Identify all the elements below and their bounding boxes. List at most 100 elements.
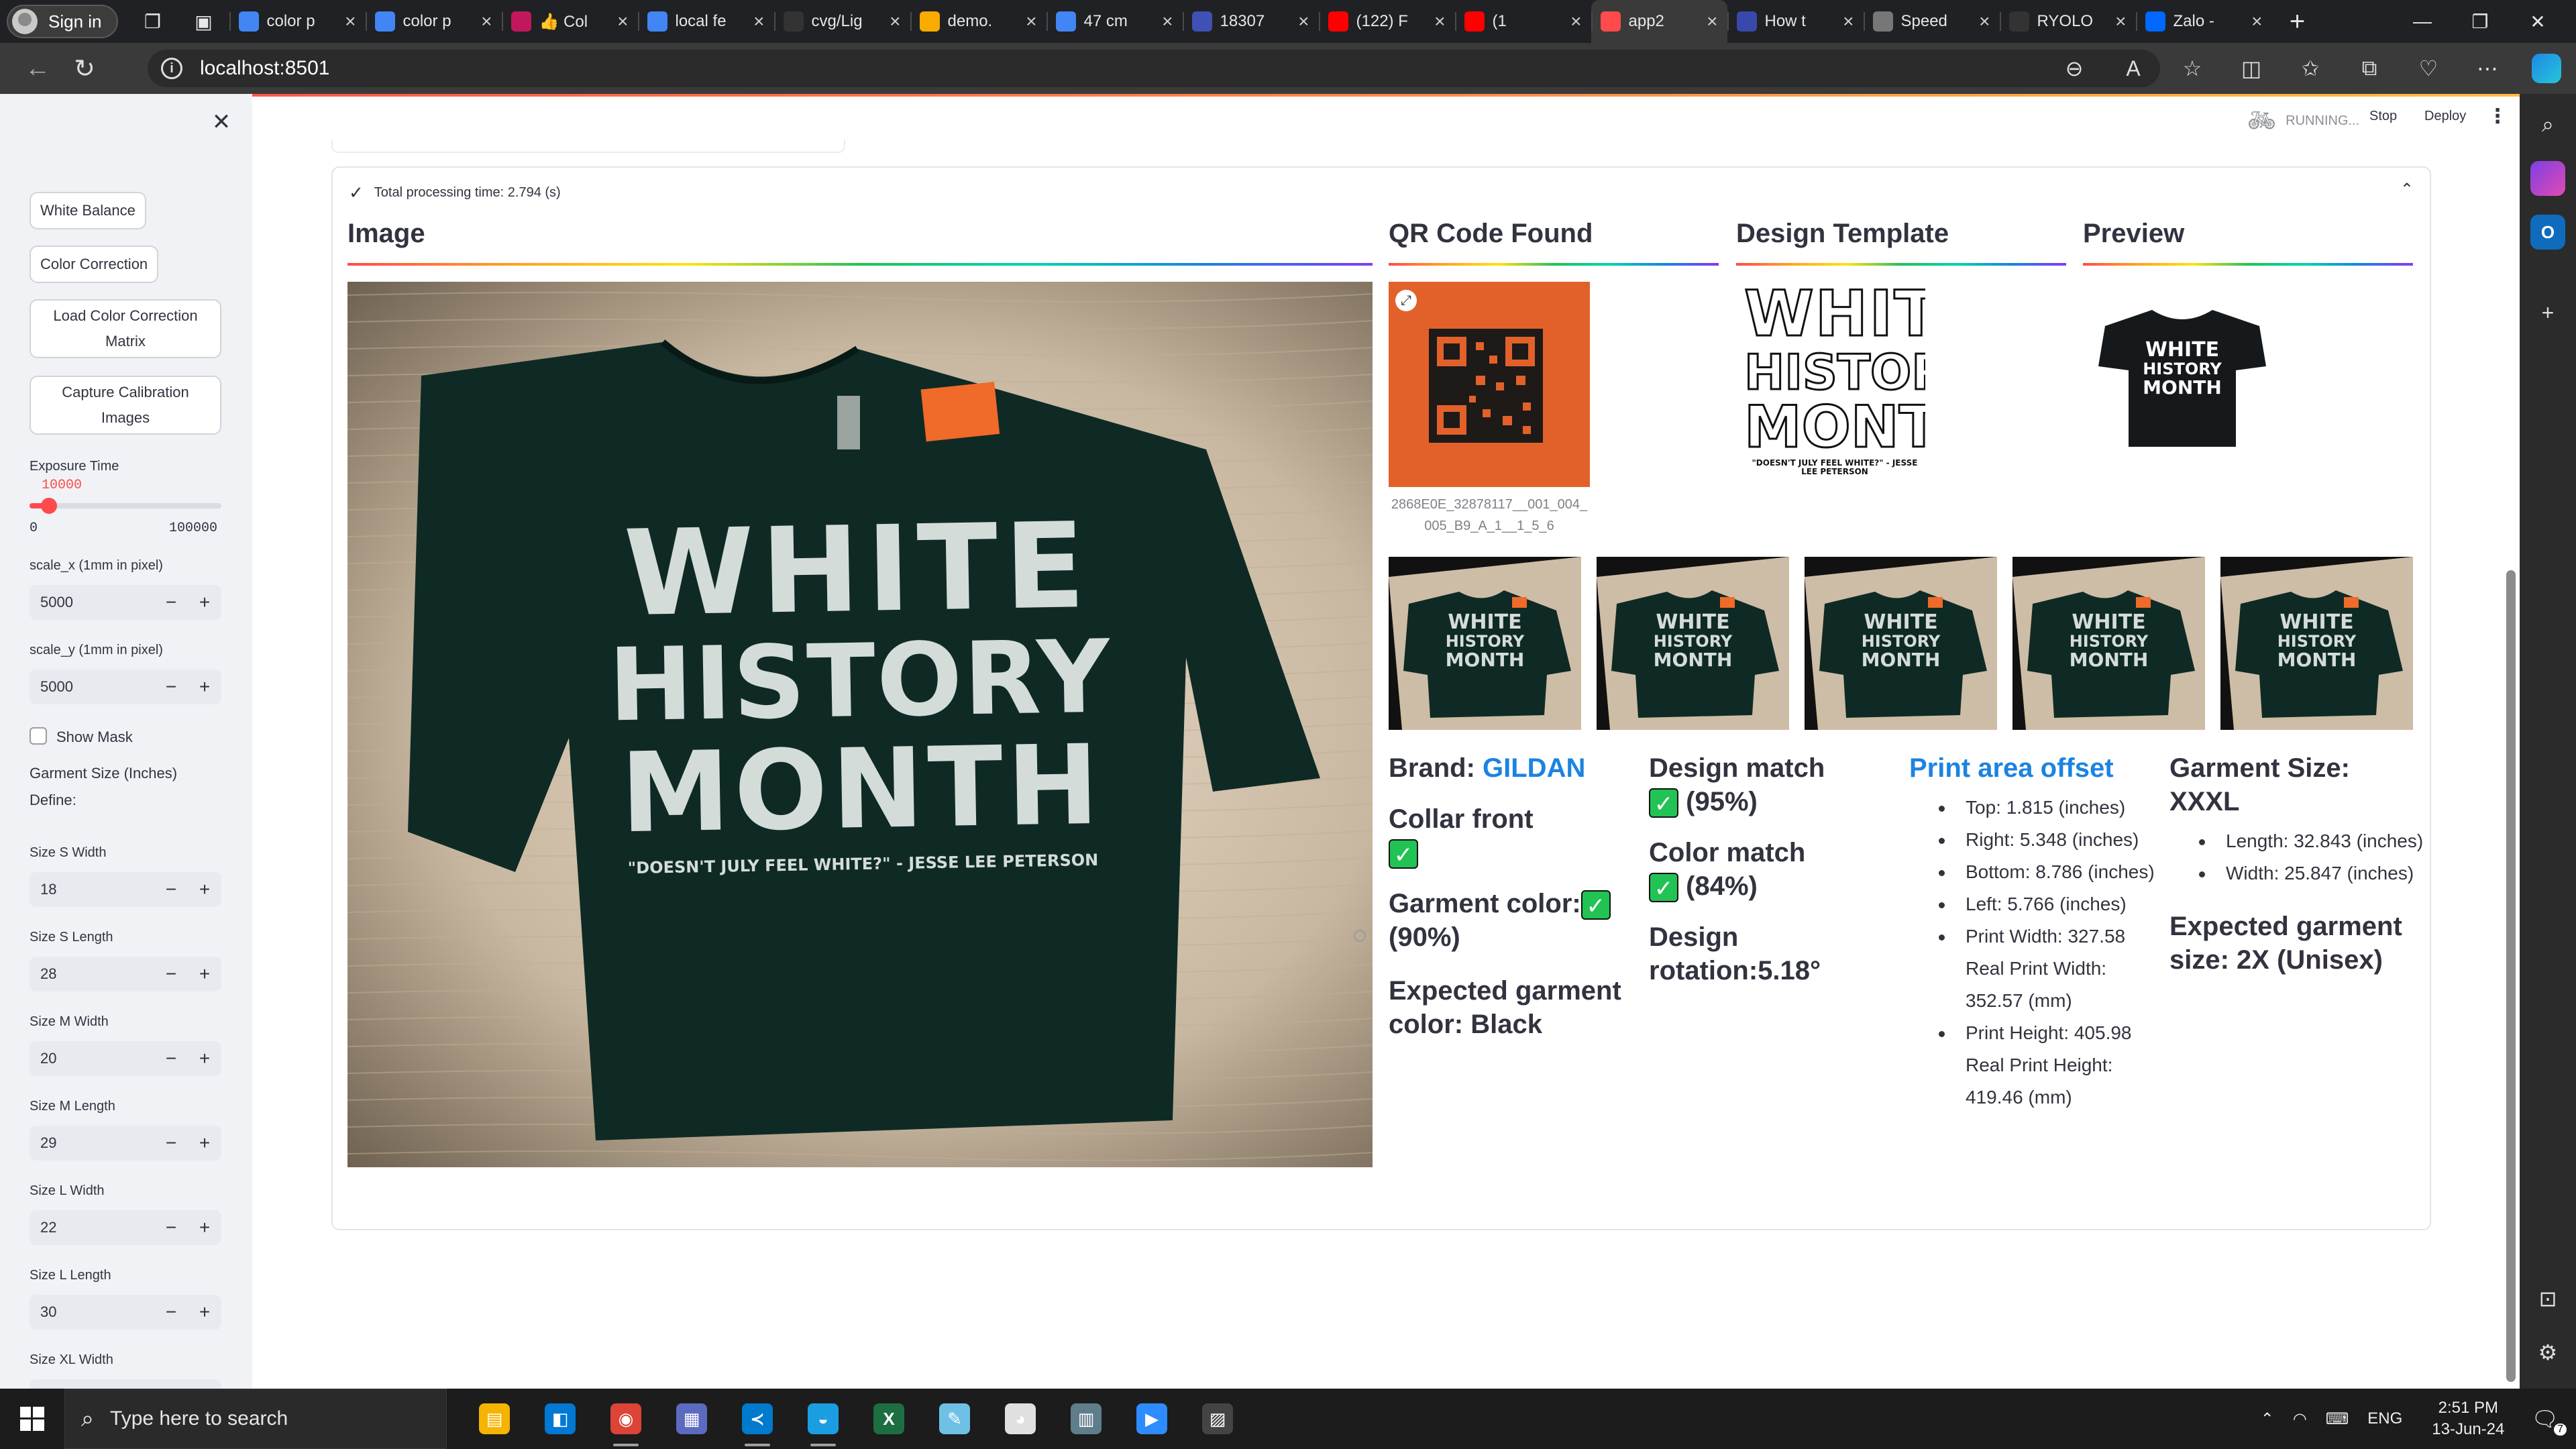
taskbar-app[interactable]: ◒	[790, 1389, 856, 1449]
search-icon[interactable]: ⌕	[2530, 107, 2565, 142]
close-tab-icon[interactable]: ×	[2115, 11, 2126, 32]
stop-button[interactable]: Stop	[2369, 109, 2397, 124]
capture-calibration-button[interactable]: Capture Calibration Images	[30, 376, 221, 435]
close-tab-icon[interactable]: ×	[753, 11, 764, 32]
browser-tab[interactable]: app2 ×	[1591, 0, 1727, 43]
size-number-input[interactable]: 30 − +	[30, 1295, 221, 1330]
increment-button[interactable]: +	[188, 1301, 221, 1323]
settings-gear-icon[interactable]: ⚙	[2530, 1335, 2565, 1370]
address-bar[interactable]: i localhost:8501	[148, 50, 2160, 87]
taskbar-app[interactable]: ◧	[527, 1389, 593, 1449]
performance-icon[interactable]: ♡	[2399, 43, 2458, 94]
back-icon[interactable]: ←	[17, 48, 58, 89]
increment-button[interactable]: +	[188, 592, 221, 613]
scale-y-input[interactable]: 5000 − +	[30, 669, 221, 704]
taskbar-app[interactable]: ≺	[724, 1389, 790, 1449]
close-tab-icon[interactable]: ×	[1026, 11, 1036, 32]
browser-tab[interactable]: How t ×	[1727, 0, 1864, 43]
size-number-input[interactable]: 18 − +	[30, 872, 221, 907]
screenshot-icon[interactable]: ⊡	[2530, 1281, 2565, 1316]
load-ccm-button[interactable]: Load Color Correction Matrix	[30, 299, 221, 358]
close-sidebar-icon[interactable]: ✕	[208, 109, 235, 136]
scrollbar-thumb[interactable]	[2506, 570, 2516, 1382]
taskbar-app[interactable]: ▥	[1053, 1389, 1119, 1449]
browser-tab[interactable]: demo. ×	[910, 0, 1046, 43]
chevron-up-icon[interactable]: ⌃	[2261, 1409, 2274, 1429]
taskbar-app[interactable]: ▦	[659, 1389, 724, 1449]
wifi-icon[interactable]: ◠	[2293, 1409, 2307, 1429]
browser-tab[interactable]: Zalo - ×	[2135, 0, 2272, 43]
profile-signin-button[interactable]: Sign in	[7, 5, 118, 38]
taskbar-app[interactable]: X	[856, 1389, 922, 1449]
decrement-button[interactable]: −	[154, 1048, 188, 1069]
language-indicator[interactable]: ENG	[2367, 1409, 2402, 1428]
browser-tab[interactable]: cvg/Lig ×	[773, 0, 910, 43]
workspaces-icon[interactable]: ❐	[140, 8, 166, 35]
size-number-input[interactable]: 29 − +	[30, 1126, 221, 1161]
site-info-icon[interactable]: i	[161, 58, 182, 79]
size-number-input[interactable]: 20 − +	[30, 1041, 221, 1076]
white-balance-button[interactable]: White Balance	[30, 192, 146, 229]
increment-button[interactable]: +	[188, 1217, 221, 1238]
increment-button[interactable]: +	[188, 879, 221, 900]
keyboard-icon[interactable]: ⌨	[2326, 1409, 2349, 1429]
expander-header[interactable]: ✓ Total processing time: 2.794 (s)	[349, 182, 561, 203]
browser-tab[interactable]: 18307 ×	[1182, 0, 1319, 43]
increment-button[interactable]: +	[188, 963, 221, 985]
page-scrollbar[interactable]	[2504, 94, 2518, 1389]
browser-tab[interactable]: (122) F ×	[1318, 0, 1455, 43]
close-tab-icon[interactable]: ×	[1298, 11, 1309, 32]
size-number-input[interactable]: 28 − +	[30, 957, 221, 991]
close-tab-icon[interactable]: ×	[2251, 11, 2262, 32]
increment-button[interactable]: +	[188, 1132, 221, 1154]
decrement-button[interactable]: −	[154, 1132, 188, 1154]
refresh-icon[interactable]: ↻	[64, 48, 105, 89]
collections-icon[interactable]: ⧉	[2340, 43, 2399, 94]
taskbar-app[interactable]: ▨	[1185, 1389, 1250, 1449]
increment-button[interactable]: +	[188, 1048, 221, 1069]
copilot-icon[interactable]	[2517, 43, 2576, 94]
browser-tab[interactable]: Speed ×	[1863, 0, 2000, 43]
outlook-icon[interactable]: O	[2530, 215, 2565, 250]
favorites-icon[interactable]: ✩	[2281, 43, 2340, 94]
close-tab-icon[interactable]: ×	[1570, 11, 1581, 32]
split-screen-icon[interactable]: ◫	[2222, 43, 2281, 94]
clock[interactable]: 2:51 PM 13-Jun-24	[2432, 1397, 2504, 1440]
decrement-button[interactable]: −	[154, 592, 188, 613]
exposure-slider-handle[interactable]	[40, 498, 57, 514]
browser-tab[interactable]: 👍 Col ×	[501, 0, 638, 43]
increment-button[interactable]: +	[188, 676, 221, 698]
copilot-sidebar-icon[interactable]	[2530, 161, 2565, 196]
browser-tab[interactable]: local fe ×	[637, 0, 774, 43]
new-tab-button[interactable]: +	[2277, 1, 2318, 42]
browser-tab[interactable]: color p ×	[365, 0, 502, 43]
browser-tab[interactable]: 47 cm ×	[1046, 0, 1183, 43]
taskbar-app[interactable]: ◉	[593, 1389, 659, 1449]
more-icon[interactable]: ⋯	[2458, 43, 2517, 94]
deploy-button[interactable]: Deploy	[2424, 109, 2466, 124]
browser-tab[interactable]: RYOLO ×	[1999, 0, 2136, 43]
fullscreen-icon[interactable]: ⤢	[1395, 290, 1417, 311]
tab-actions-icon[interactable]: ▣	[191, 8, 217, 35]
decrement-button[interactable]: −	[154, 963, 188, 985]
close-tab-icon[interactable]: ×	[1162, 11, 1173, 32]
close-tab-icon[interactable]: ×	[1979, 11, 1990, 32]
taskbar-app[interactable]: ▶	[1119, 1389, 1185, 1449]
taskbar-app[interactable]: ▤	[462, 1389, 527, 1449]
show-mask-checkbox[interactable]	[30, 727, 47, 745]
minimize-icon[interactable]: —	[2394, 0, 2451, 43]
decrement-button[interactable]: −	[154, 1301, 188, 1323]
browser-tab[interactable]: color p ×	[229, 0, 366, 43]
decrement-button[interactable]: −	[154, 1217, 188, 1238]
browser-tab[interactable]: (1 ×	[1454, 0, 1591, 43]
close-window-icon[interactable]: ✕	[2509, 0, 2567, 43]
taskbar-app[interactable]: ✎	[922, 1389, 987, 1449]
read-aloud-icon[interactable]: A	[2104, 43, 2163, 94]
size-number-input[interactable]: 24−+	[30, 1379, 221, 1389]
close-tab-icon[interactable]: ×	[890, 11, 900, 32]
favorite-star-icon[interactable]: ☆	[2163, 43, 2222, 94]
add-sidebar-app-icon[interactable]: +	[2530, 295, 2565, 330]
restore-icon[interactable]: ❐	[2451, 0, 2509, 43]
close-tab-icon[interactable]: ×	[345, 11, 356, 32]
resize-handle-icon[interactable]	[1354, 930, 1366, 942]
